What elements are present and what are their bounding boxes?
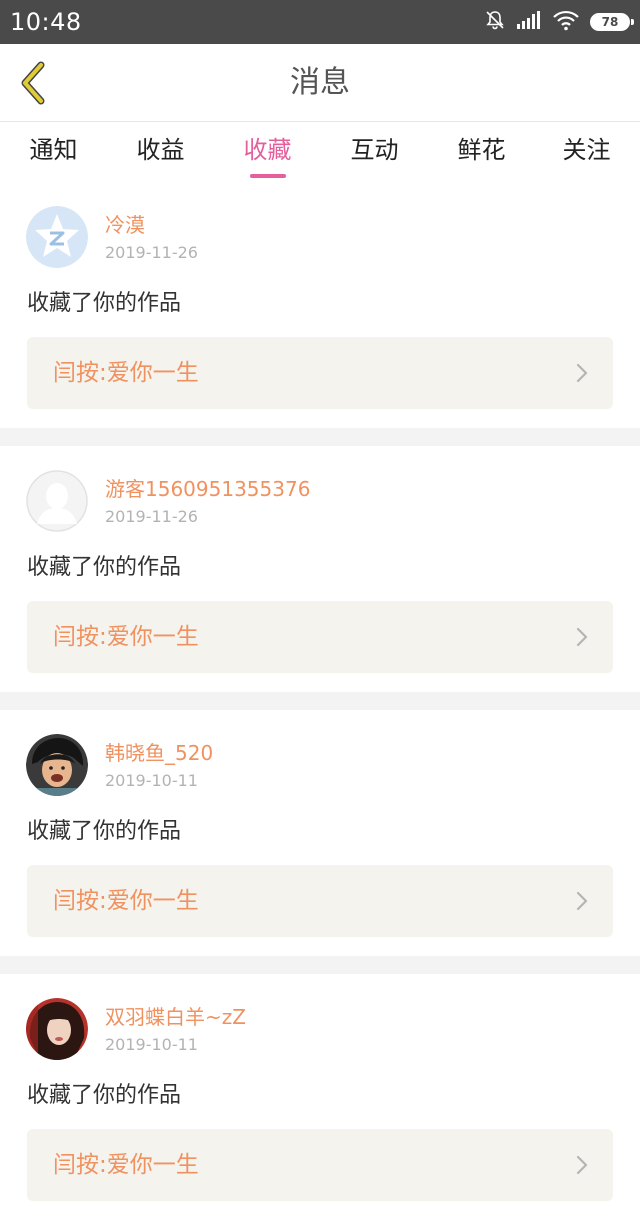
user-name[interactable]: 游客1560951355376 [105, 476, 310, 502]
list-item: 韩晓鱼_520 2019-10-11 收藏了你的作品 闫按:爱你一生 [0, 710, 640, 956]
tab-earnings[interactable]: 收益 [107, 122, 214, 182]
bell-muted-icon [484, 9, 506, 35]
divider [0, 956, 640, 974]
work-link[interactable]: 闫按:爱你一生 [27, 601, 613, 673]
tab-label: 关注 [562, 136, 611, 164]
user-name[interactable]: 冷漠 [105, 212, 145, 238]
chevron-right-icon [576, 363, 588, 383]
work-title: 闫按:爱你一生 [53, 624, 199, 650]
chevron-right-icon [576, 891, 588, 911]
tab-notifications[interactable]: 通知 [0, 122, 107, 182]
tab-active-indicator [249, 174, 286, 178]
list-item: 游客1560951355376 2019-11-26 收藏了你的作品 闫按:爱你… [0, 446, 640, 692]
tab-favorites[interactable]: 收藏 [214, 122, 321, 182]
tab-interactions[interactable]: 互动 [321, 122, 428, 182]
post-date: 2019-11-26 [105, 243, 198, 262]
post-date: 2019-10-11 [105, 1035, 198, 1054]
tab-bar: 通知 收益 收藏 互动 鲜花 关注 [0, 122, 640, 182]
photo-avatar[interactable] [26, 998, 88, 1060]
tab-label: 互动 [350, 136, 399, 164]
page-title: 消息 [290, 65, 350, 100]
divider [0, 428, 640, 446]
battery-icon: 78 [590, 13, 634, 31]
work-link[interactable]: 闫按:爱你一生 [27, 337, 613, 409]
chevron-right-icon [576, 1155, 588, 1175]
tab-label: 鲜花 [457, 136, 506, 164]
qq-star-avatar[interactable] [26, 206, 88, 268]
divider [0, 692, 640, 710]
post-date: 2019-10-11 [105, 771, 198, 790]
user-name[interactable]: 双羽蝶白羊~zZ [105, 1004, 246, 1030]
tab-following[interactable]: 关注 [533, 122, 640, 182]
default-silhouette-avatar[interactable] [26, 470, 88, 532]
tab-label: 收益 [136, 136, 185, 164]
tab-flowers[interactable]: 鲜花 [428, 122, 535, 182]
action-text: 收藏了你的作品 [27, 819, 182, 844]
signal-icon [516, 10, 542, 34]
post-date: 2019-11-26 [105, 507, 198, 526]
battery-level: 78 [601, 15, 619, 29]
list-item: 双羽蝶白羊~zZ 2019-10-11 收藏了你的作品 闫按:爱你一生 [0, 974, 640, 1220]
work-title: 闫按:爱你一生 [53, 1152, 199, 1178]
status-bar: 10:48 78 [0, 0, 640, 44]
work-title: 闫按:爱你一生 [53, 888, 199, 914]
list-item: 冷漠 2019-11-26 收藏了你的作品 闫按:爱你一生 [0, 182, 640, 428]
header: 消息 [0, 44, 640, 122]
action-text: 收藏了你的作品 [27, 291, 182, 316]
tab-label: 收藏 [243, 136, 292, 164]
work-link[interactable]: 闫按:爱你一生 [27, 865, 613, 937]
chevron-right-icon [576, 627, 588, 647]
status-icons: 78 [484, 8, 634, 36]
user-name[interactable]: 韩晓鱼_520 [105, 740, 213, 766]
work-title: 闫按:爱你一生 [53, 360, 199, 386]
action-text: 收藏了你的作品 [27, 1083, 182, 1108]
work-link[interactable]: 闫按:爱你一生 [27, 1129, 613, 1201]
tab-label: 通知 [29, 136, 78, 164]
photo-avatar[interactable] [26, 734, 88, 796]
wifi-icon [552, 9, 580, 35]
action-text: 收藏了你的作品 [27, 555, 182, 580]
status-time: 10:48 [10, 8, 82, 36]
